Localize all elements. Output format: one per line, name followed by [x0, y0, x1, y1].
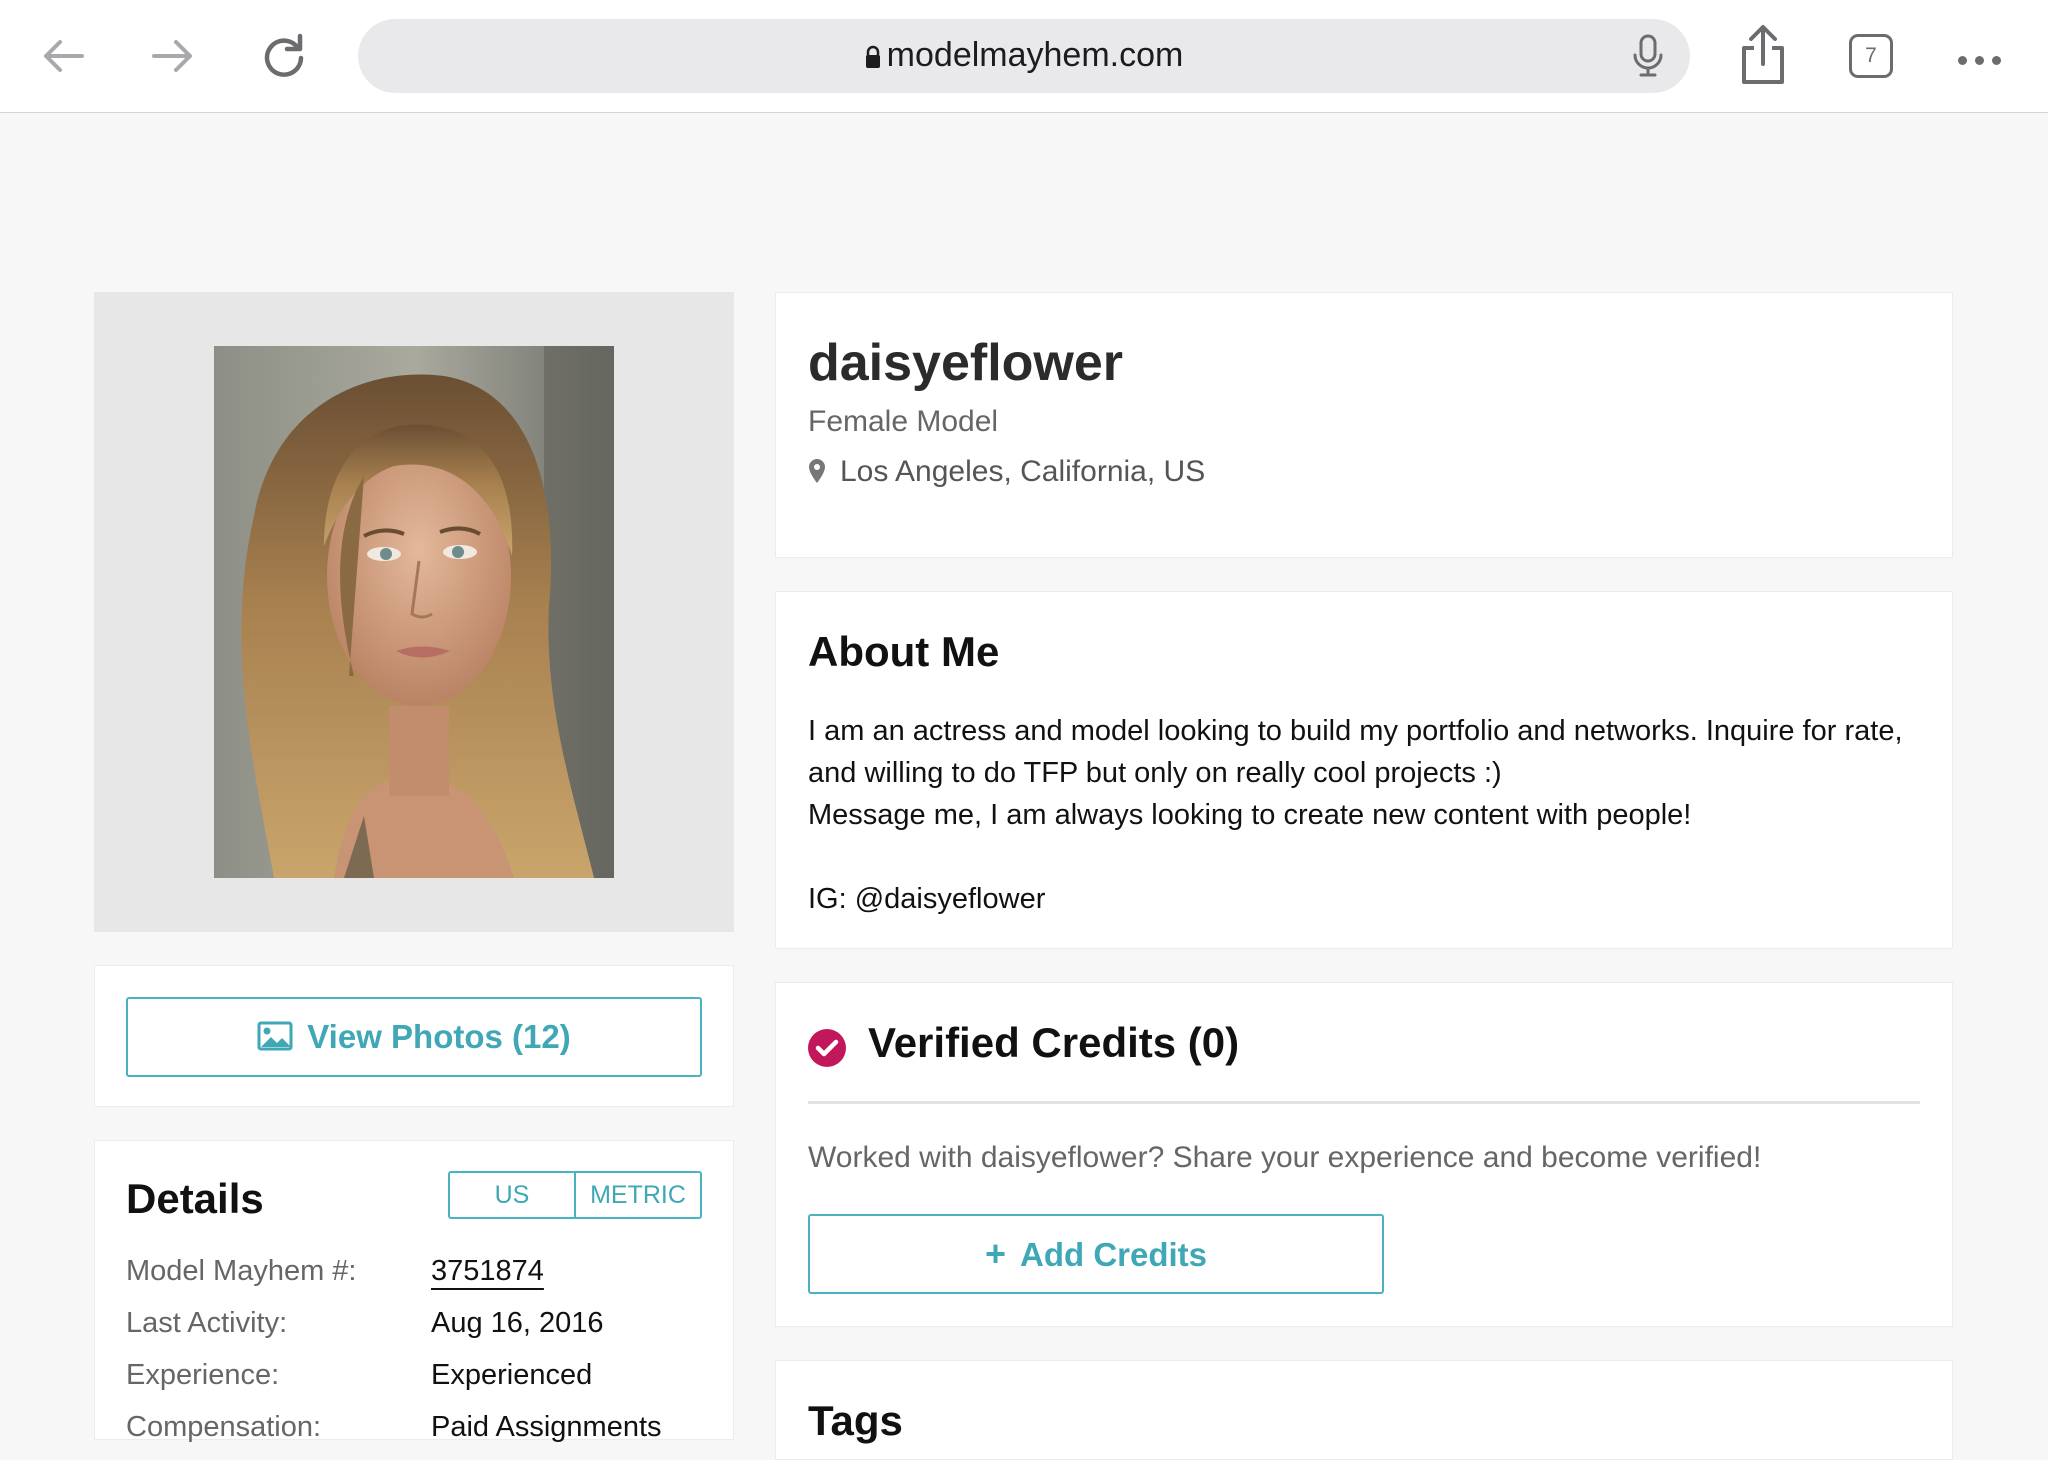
unit-us-button[interactable]: US — [450, 1173, 574, 1217]
view-photos-card: View Photos (12) — [94, 965, 734, 1107]
microphone-icon[interactable] — [1628, 33, 1668, 79]
more-options-icon[interactable] — [1958, 52, 2009, 70]
compensation-value: Paid Assignments — [431, 1411, 662, 1443]
view-photos-label: View Photos (12) — [307, 1018, 571, 1055]
add-credits-label: Add Credits — [1020, 1236, 1208, 1273]
address-bar[interactable]: modelmayhem.com — [358, 19, 1690, 93]
forward-arrow-icon[interactable] — [142, 26, 202, 86]
about-title: About Me — [808, 628, 1000, 675]
about-card: About Me I am an actress and model looki… — [775, 591, 1953, 949]
location-text: Los Angeles, California, US — [840, 455, 1206, 488]
last-activity-value: Aug 16, 2016 — [431, 1307, 604, 1339]
detail-row: Last Activity: Aug 16, 2016 — [126, 1307, 604, 1340]
browser-toolbar: modelmayhem.com 7 — [0, 0, 2048, 113]
tags-title: Tags — [808, 1397, 903, 1444]
detail-row: Model Mayhem #: 3751874 — [126, 1255, 544, 1288]
profile-username: daisyeflower — [808, 334, 1124, 392]
detail-label: Model Mayhem #: — [126, 1255, 357, 1287]
lock-icon — [865, 45, 880, 68]
experience-value: Experienced — [431, 1359, 593, 1391]
image-icon — [257, 1021, 293, 1051]
profile-location: Los Angeles, California, US — [808, 455, 1205, 489]
model-number-value: 3751874 — [431, 1255, 544, 1287]
detail-label: Compensation: — [126, 1411, 322, 1443]
verified-check-icon — [808, 1029, 846, 1067]
plus-icon: + — [984, 1233, 1006, 1274]
back-arrow-icon[interactable] — [34, 26, 94, 86]
unit-toggle: US METRIC — [448, 1171, 702, 1219]
detail-label: Experience: — [126, 1359, 280, 1391]
unit-metric-button[interactable]: METRIC — [574, 1173, 700, 1217]
profile-role: Female Model — [808, 405, 999, 438]
about-line: IG: @daisyeflower — [808, 883, 1046, 915]
tabs-button[interactable]: 7 — [1849, 34, 1893, 78]
detail-row: Experience: Experienced — [126, 1359, 592, 1392]
reload-icon[interactable] — [254, 26, 314, 86]
verified-credits-card: Verified Credits (0) Worked with daisyef… — [775, 982, 1953, 1327]
credits-prompt: Worked with daisyeflower? Share your exp… — [808, 1141, 1762, 1174]
view-photos-button[interactable]: View Photos (12) — [126, 997, 702, 1077]
divider — [808, 1101, 1920, 1104]
profile-photo-frame — [94, 292, 734, 932]
about-line: I am an actress and model looking to bui… — [808, 715, 1903, 789]
about-line: Message me, I am always looking to creat… — [808, 799, 1692, 831]
add-credits-button[interactable]: + Add Credits — [808, 1214, 1384, 1294]
detail-label: Last Activity: — [126, 1307, 288, 1339]
details-title: Details — [126, 1175, 264, 1222]
tags-card: Tags — [775, 1360, 1953, 1460]
profile-photo[interactable] — [214, 346, 614, 878]
about-line — [808, 836, 1928, 878]
url-text: modelmayhem.com — [886, 36, 1184, 74]
map-pin-icon — [809, 459, 825, 483]
details-card: Details US METRIC Model Mayhem #: 3751874… — [94, 1140, 734, 1443]
verified-credits-title: Verified Credits (0) — [868, 1019, 1240, 1066]
share-icon[interactable] — [1738, 24, 1788, 86]
detail-row: Compensation: Paid Assignments — [126, 1411, 662, 1444]
about-text: I am an actress and model looking to bui… — [808, 710, 1928, 920]
profile-header-card: daisyeflower Female Model Los Angeles, C… — [775, 292, 1953, 558]
